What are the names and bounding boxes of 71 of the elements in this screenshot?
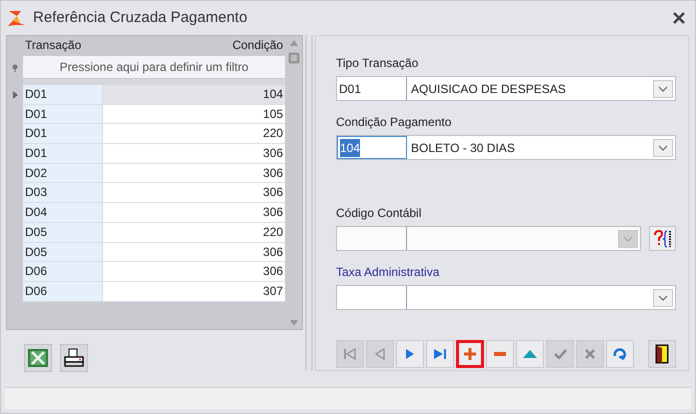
printer-icon — [63, 348, 85, 368]
navigator-button[interactable] — [426, 340, 454, 368]
table-cell: D05 — [23, 242, 103, 262]
exit-button[interactable] — [648, 340, 676, 368]
navigator-button[interactable] — [456, 340, 484, 368]
field-label: Condição Pagamento — [336, 114, 452, 131]
app-logo-icon — [7, 9, 27, 27]
table-cell: D06 — [23, 282, 103, 302]
field-label: Taxa Administrativa — [336, 264, 440, 281]
code-field[interactable]: D01 — [337, 77, 407, 100]
chevron-down-icon — [623, 236, 633, 242]
table-cell: D04 — [23, 203, 103, 223]
export-button[interactable] — [24, 344, 52, 372]
column-header[interactable]: Condição — [103, 36, 286, 54]
first-record-icon — [343, 348, 357, 360]
print-button[interactable] — [60, 344, 88, 372]
table-cell: D01 — [23, 104, 103, 124]
door-icon — [655, 344, 669, 364]
table-cell: 105 — [103, 104, 286, 124]
spreadsheet-icon — [28, 349, 48, 367]
question-brace-icon — [652, 230, 672, 248]
lookup-combobox[interactable]: D01 AQUISICAO DE DESPESAS — [336, 76, 676, 101]
last-record-icon — [433, 348, 447, 360]
code-field[interactable]: 104 — [337, 136, 407, 159]
table-cell: 306 — [103, 183, 286, 204]
table-cell: 306 — [103, 144, 286, 164]
scroll-down-icon[interactable] — [290, 320, 298, 326]
description-text: BOLETO - 30 DIAS — [410, 140, 516, 156]
chevron-down-icon — [658, 144, 668, 150]
table-cell: 104 — [103, 85, 286, 105]
table-cell: 307 — [103, 282, 286, 302]
dropdown-button[interactable] — [653, 138, 673, 156]
chevron-down-icon — [658, 294, 668, 300]
table-cell: 306 — [103, 203, 286, 223]
table-cell: D03 — [23, 183, 103, 204]
table-cell: 220 — [103, 124, 286, 144]
table-cell: D01 — [23, 124, 103, 144]
field-label: Código Contábil — [336, 205, 422, 222]
lookup-combobox[interactable]: 104 BOLETO - 30 DIAS — [336, 135, 676, 160]
navigator-button[interactable] — [486, 340, 514, 368]
window-title: Referência Cruzada Pagamento — [33, 8, 248, 28]
dropdown-button[interactable] — [653, 288, 673, 306]
table-cell: D01 — [23, 144, 103, 164]
table-cell: D02 — [23, 164, 103, 184]
filter-row[interactable]: Pressione aqui para definir um filtro — [23, 56, 286, 78]
previous-icon — [375, 348, 385, 360]
x-icon — [585, 349, 595, 359]
table-cell: 306 — [103, 164, 286, 184]
column-header[interactable]: Transação — [23, 36, 103, 54]
field-label: Tipo Transação — [336, 55, 420, 72]
scroll-up-icon[interactable] — [290, 40, 298, 46]
plus-icon — [464, 348, 476, 360]
table-cell: D01 — [23, 85, 103, 105]
minus-icon — [494, 352, 506, 356]
next-icon — [405, 348, 415, 360]
scroll-thumb-icon[interactable] — [288, 52, 300, 64]
chevron-down-icon — [658, 86, 668, 92]
checkmark-icon — [554, 349, 566, 359]
close-icon[interactable] — [673, 12, 685, 24]
table-cell: 220 — [103, 222, 286, 242]
dropdown-button[interactable] — [653, 80, 673, 98]
navigator-button[interactable] — [516, 340, 544, 368]
table-cell: 306 — [103, 262, 286, 282]
navigator-button[interactable] — [396, 340, 424, 368]
table-cell: D06 — [23, 262, 103, 282]
table-cell: D05 — [23, 222, 103, 242]
description-text: AQUISICAO DE DESPESAS — [410, 80, 567, 98]
navigator-button[interactable] — [606, 340, 634, 368]
table-cell: 306 — [103, 242, 286, 262]
up-triangle-icon — [523, 350, 537, 358]
refresh-icon — [613, 347, 627, 361]
